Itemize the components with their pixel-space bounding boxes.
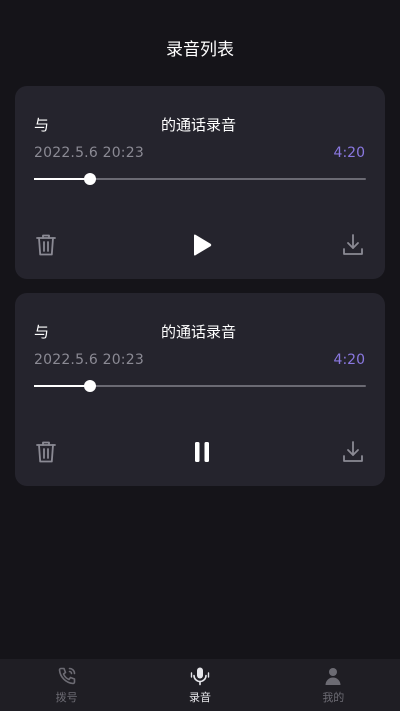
play-icon (194, 234, 212, 256)
recording-duration: 4:20 (333, 145, 365, 161)
bottom-tab-bar: 拨号 录音 我的 (0, 659, 400, 711)
progress-fill (34, 385, 91, 387)
download-button[interactable] (342, 440, 364, 464)
person-icon (325, 667, 341, 685)
tab-label: 我的 (322, 690, 345, 704)
tab-label: 拨号 (55, 690, 78, 704)
tab-label: 录音 (188, 690, 211, 704)
progress-knob[interactable] (84, 380, 97, 392)
recording-card: 与 的通话录音 2022.5.6 20:23 4:20 (15, 293, 385, 486)
pause-icon (195, 442, 209, 462)
delete-button[interactable] (35, 440, 57, 464)
recording-name-suffix: 的通话录音 (161, 116, 237, 134)
tab-dial[interactable]: 拨号 (0, 659, 133, 711)
download-icon (343, 234, 363, 255)
phone-icon (58, 667, 75, 684)
recording-card: 与 的通话录音 2022.5.6 20:23 4:20 (15, 86, 385, 279)
recording-date: 2022.5.6 20:23 (34, 352, 144, 368)
progress-knob[interactable] (84, 173, 97, 185)
pause-button[interactable] (189, 439, 215, 465)
recording-name-prefix: 与 (34, 116, 50, 134)
download-button[interactable] (342, 233, 364, 257)
tab-profile[interactable]: 我的 (267, 659, 400, 711)
header: 录音列表 (0, 0, 400, 92)
progress-slider[interactable] (34, 173, 366, 185)
progress-slider[interactable] (34, 380, 366, 392)
recording-date: 2022.5.6 20:23 (34, 145, 144, 161)
trash-icon (36, 441, 56, 463)
trash-icon (36, 234, 56, 256)
microphone-icon (190, 667, 210, 685)
progress-fill (34, 178, 91, 180)
download-icon (343, 441, 363, 462)
recording-name-prefix: 与 (34, 323, 50, 341)
page-title: 录音列表 (166, 39, 234, 60)
recording-name-suffix: 的通话录音 (161, 323, 237, 341)
tab-recording[interactable]: 录音 (133, 659, 266, 711)
play-button[interactable] (189, 232, 215, 258)
delete-button[interactable] (35, 233, 57, 257)
recording-duration: 4:20 (333, 352, 365, 368)
